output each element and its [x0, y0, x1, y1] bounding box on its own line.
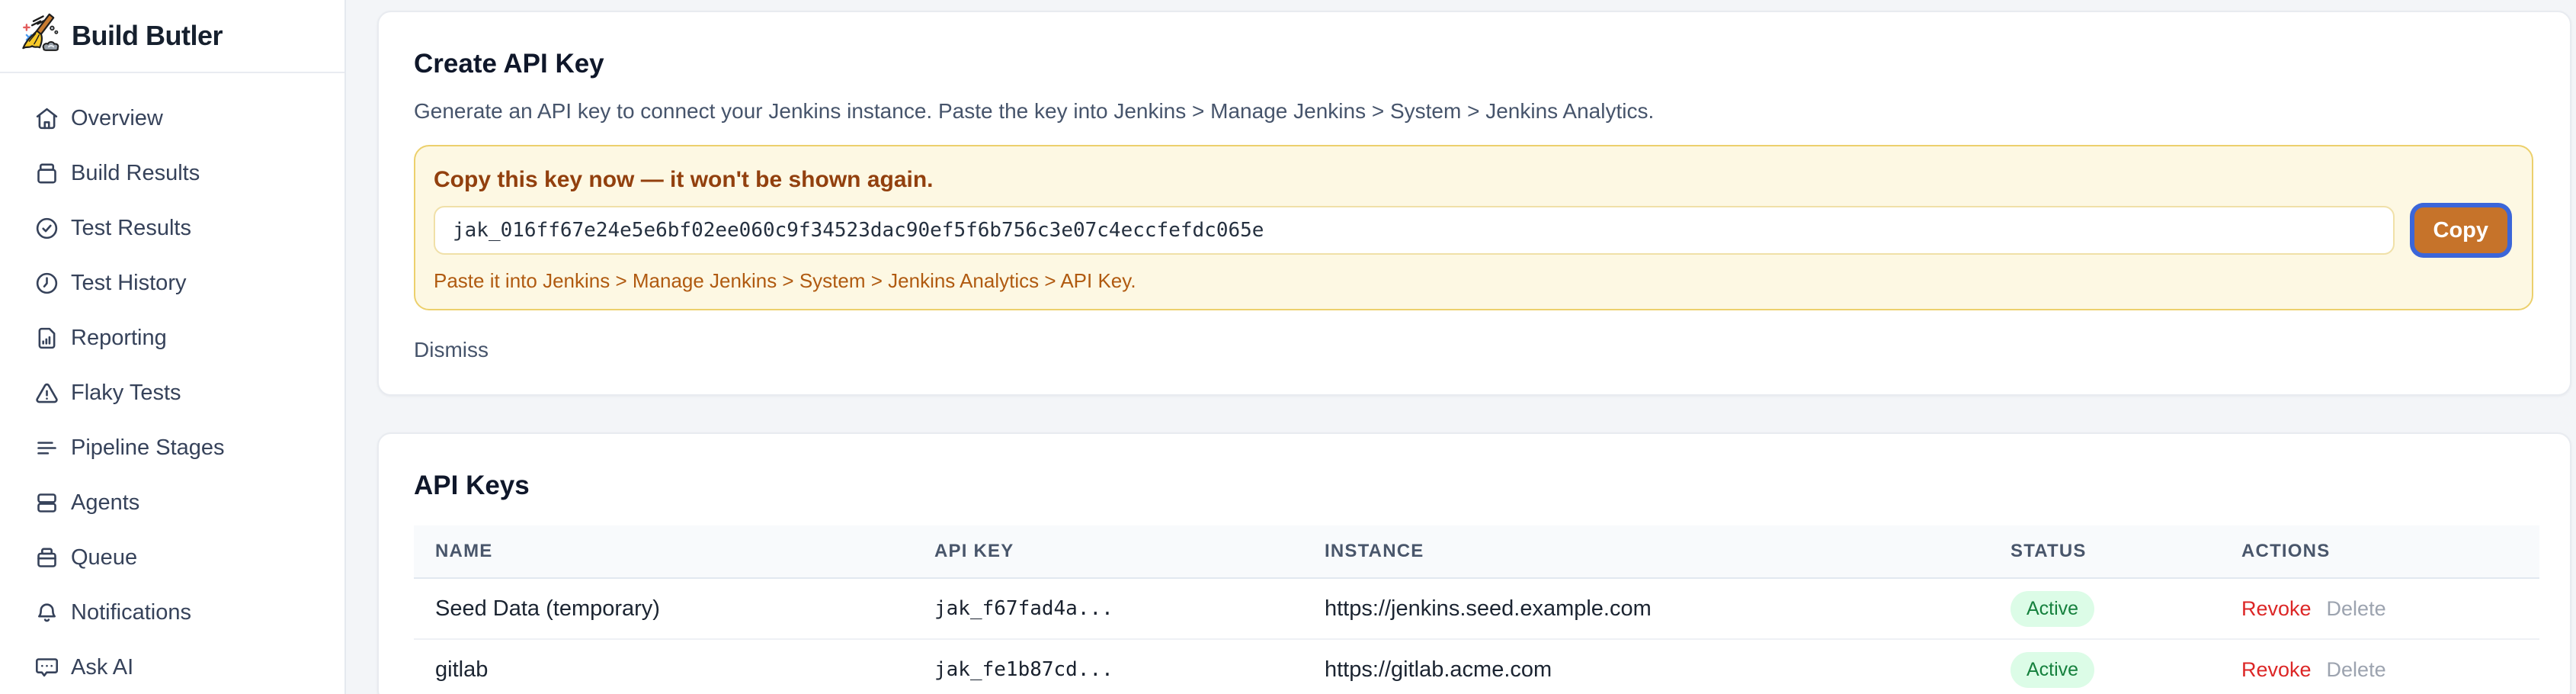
sidebar-item-build-results[interactable]: Build Results: [0, 146, 344, 201]
copy-key-warning-banner: Copy this key now — it won't be shown ag…: [414, 145, 2533, 310]
alert-triangle-icon: [34, 381, 59, 406]
delete-button[interactable]: Delete: [2327, 597, 2386, 621]
sidebar-item-label: Overview: [71, 106, 163, 131]
table-row: Seed Data (temporary) jak_f67fad4a... ht…: [414, 579, 2539, 640]
sidebar-item-overview[interactable]: Overview: [0, 91, 344, 146]
column-header-actions: Actions: [2220, 541, 2539, 562]
table-body: Seed Data (temporary) jak_f67fad4a... ht…: [414, 579, 2539, 694]
sidebar-item-label: Queue: [71, 545, 137, 570]
revoke-button[interactable]: Revoke: [2241, 658, 2312, 682]
brand-header: Build Butler: [0, 0, 344, 73]
api-key-input[interactable]: [434, 206, 2395, 255]
api-keys-title: API Keys: [414, 469, 2539, 503]
paste-instruction-note: Paste it into Jenkins > Manage Jenkins >…: [434, 269, 2514, 293]
key-value-cell: jak_fe1b87cd...: [913, 658, 1303, 681]
sidebar-item-label: Test History: [71, 271, 186, 296]
sidebar-nav: Overview Build Results Test Results Test…: [0, 73, 344, 694]
bell-icon: [34, 600, 59, 625]
page-title: Create API Key: [414, 47, 2533, 81]
clock-icon: [34, 271, 59, 296]
key-row: Copy: [434, 203, 2514, 258]
chat-icon: [34, 655, 59, 680]
sidebar-item-agents[interactable]: Agents: [0, 475, 344, 530]
instance-url-cell: https://jenkins.seed.example.com: [1303, 596, 1989, 622]
create-api-key-card: Create API Key Generate an API key to co…: [377, 11, 2571, 396]
warning-title: Copy this key now — it won't be shown ag…: [434, 165, 2514, 194]
main-content: Create API Key Generate an API key to co…: [346, 0, 2576, 694]
broom-logo-icon: [18, 12, 62, 60]
sidebar-item-label: Ask AI: [71, 655, 133, 680]
file-chart-icon: [34, 326, 59, 351]
table-header-row: Name API Key Instance Status Actions: [414, 525, 2539, 579]
table-row: gitlab jak_fe1b87cd... https://gitlab.ac…: [414, 640, 2539, 694]
sidebar-item-label: Flaky Tests: [71, 381, 181, 406]
api-keys-card: API Keys Name API Key Instance Status Ac…: [377, 432, 2571, 694]
status-badge: Active: [2010, 591, 2094, 627]
api-keys-table: Name API Key Instance Status Actions See…: [414, 525, 2539, 694]
key-name-cell: gitlab: [414, 657, 913, 683]
app-title: Build Butler: [72, 20, 223, 52]
sidebar: Build Butler Overview Build Results Test…: [0, 0, 346, 694]
sidebar-item-test-history[interactable]: Test History: [0, 255, 344, 310]
archive-icon: [34, 161, 59, 186]
column-header-status: Status: [1989, 541, 2220, 562]
check-circle-icon: [34, 216, 59, 241]
actions-cell: Revoke Delete: [2220, 658, 2539, 682]
sidebar-item-label: Pipeline Stages: [71, 435, 225, 461]
column-header-name: Name: [414, 541, 913, 562]
instance-url-cell: https://gitlab.acme.com: [1303, 657, 1989, 683]
create-api-key-description: Generate an API key to connect your Jenk…: [414, 98, 2533, 125]
sidebar-item-ask-ai[interactable]: Ask AI: [0, 640, 344, 694]
status-badge: Active: [2010, 652, 2094, 688]
dismiss-button[interactable]: Dismiss: [414, 338, 489, 362]
column-header-api-key: API Key: [913, 541, 1303, 562]
sidebar-item-test-results[interactable]: Test Results: [0, 201, 344, 255]
server-icon: [34, 490, 59, 516]
sidebar-item-flaky-tests[interactable]: Flaky Tests: [0, 365, 344, 420]
sidebar-item-label: Build Results: [71, 161, 200, 186]
sidebar-item-label: Agents: [71, 490, 139, 516]
sidebar-item-label: Test Results: [71, 216, 191, 241]
column-header-instance: Instance: [1303, 541, 1989, 562]
revoke-button[interactable]: Revoke: [2241, 597, 2312, 621]
sidebar-item-notifications[interactable]: Notifications: [0, 585, 344, 640]
sidebar-item-reporting[interactable]: Reporting: [0, 310, 344, 365]
status-cell: Active: [1989, 652, 2220, 688]
delete-button[interactable]: Delete: [2327, 658, 2386, 682]
status-cell: Active: [1989, 591, 2220, 627]
align-left-icon: [34, 435, 59, 461]
sidebar-item-queue[interactable]: Queue: [0, 530, 344, 585]
key-value-cell: jak_f67fad4a...: [913, 597, 1303, 620]
actions-cell: Revoke Delete: [2220, 597, 2539, 621]
sidebar-item-label: Notifications: [71, 600, 191, 625]
sidebar-item-label: Reporting: [71, 326, 167, 351]
key-name-cell: Seed Data (temporary): [414, 596, 913, 622]
copy-button[interactable]: Copy: [2414, 207, 2508, 253]
toolbox-icon: [34, 545, 59, 570]
home-icon: [34, 106, 59, 131]
sidebar-item-pipeline-stages[interactable]: Pipeline Stages: [0, 420, 344, 475]
